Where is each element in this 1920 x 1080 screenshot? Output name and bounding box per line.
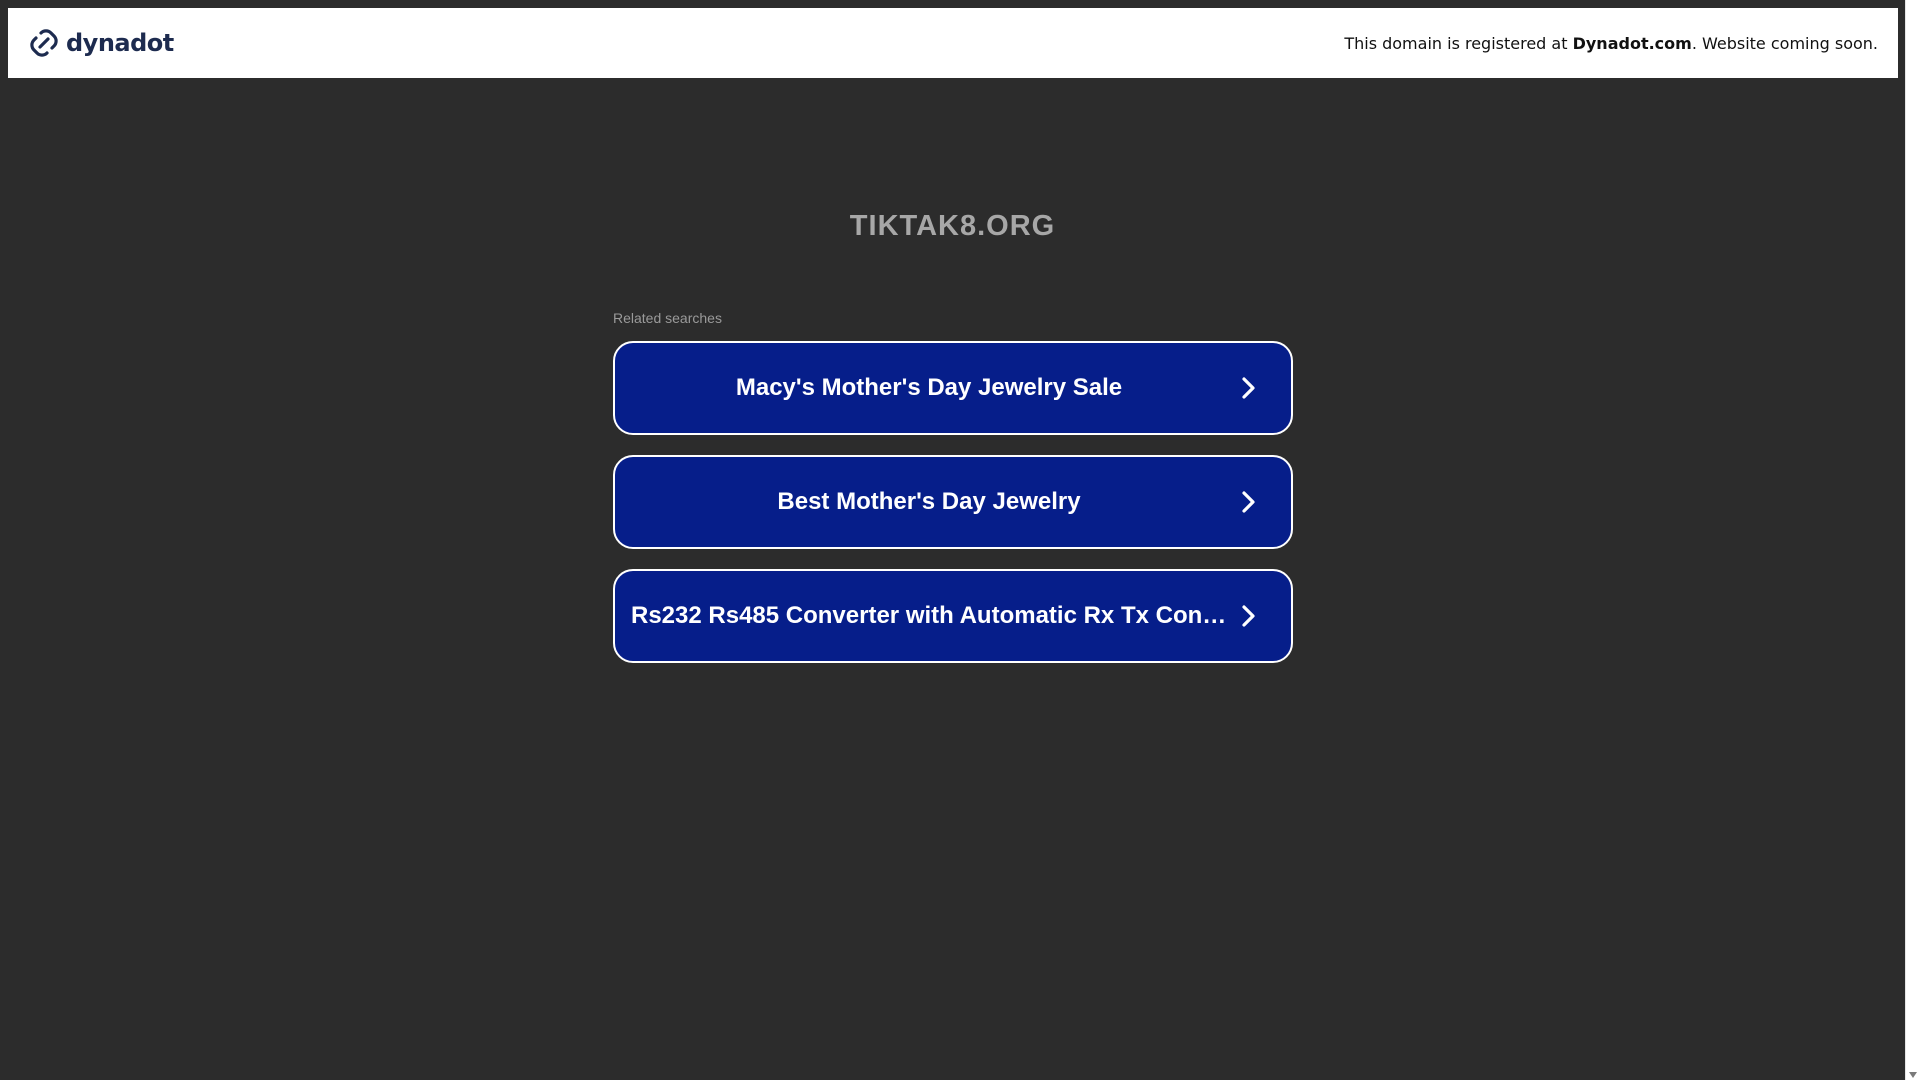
scroll-down-arrow-icon[interactable]	[1909, 1072, 1917, 1078]
dynadot-link-icon	[28, 27, 60, 59]
notice-brand-link[interactable]: Dynadot.com	[1573, 34, 1692, 53]
page: dynadot This domain is registered at Dyn…	[0, 0, 1920, 1080]
chevron-right-icon	[1237, 376, 1261, 400]
related-searches-label: Related searches	[613, 310, 722, 326]
domain-title: TIKTAK8.ORG	[849, 210, 1056, 242]
brand-name: dynadot	[66, 29, 174, 57]
related-search-text: Rs232 Rs485 Converter with Automatic Rx …	[631, 602, 1237, 629]
top-strip	[0, 0, 1905, 8]
brand-logo[interactable]: dynadot	[28, 27, 174, 59]
related-search-text: Macy's Mother's Day Jewelry Sale	[735, 374, 1123, 401]
related-search-text: Best Mother's Day Jewelry	[777, 488, 1081, 515]
header-bar: dynadot This domain is registered at Dyn…	[8, 8, 1898, 78]
chevron-right-icon	[1237, 490, 1261, 514]
related-search-link-2[interactable]: Best Mother's Day Jewelry	[613, 455, 1293, 549]
notice-suffix: . Website coming soon.	[1691, 33, 1878, 53]
related-searches: Related searches Macy's Mother's Day Jew…	[613, 310, 1293, 683]
vertical-scrollbar[interactable]	[1905, 0, 1920, 1080]
chevron-right-icon	[1237, 604, 1261, 628]
related-search-link-1[interactable]: Macy's Mother's Day Jewelry Sale	[613, 341, 1293, 435]
related-search-link-3[interactable]: Rs232 Rs485 Converter with Automatic Rx …	[613, 569, 1293, 663]
notice-prefix: This domain is registered at	[1344, 33, 1573, 53]
registration-notice: This domain is registered at Dynadot.com…	[1344, 34, 1878, 53]
